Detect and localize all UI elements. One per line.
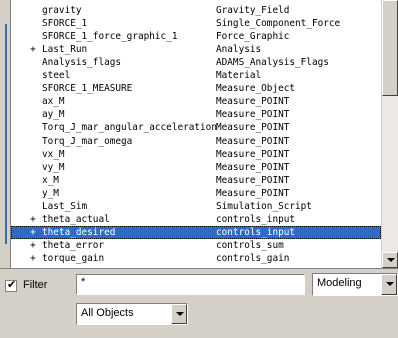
list-row[interactable]: gravity Gravity_Field bbox=[11, 4, 381, 17]
list-row[interactable]: Torq_J_mar_omega Measure_POINT bbox=[11, 135, 381, 148]
row-name: ay_M bbox=[42, 109, 65, 121]
scrollbar-thumb[interactable] bbox=[382, 0, 398, 96]
row-type: ADAMS_Analysis_Flags bbox=[216, 57, 329, 69]
row-type: Measure_POINT bbox=[216, 122, 290, 134]
list-row[interactable]: steel Material bbox=[11, 69, 381, 82]
objects-dropdown-button[interactable] bbox=[171, 304, 187, 324]
objects-select-value: All Objects bbox=[81, 307, 134, 319]
list-row[interactable]: SFORCE_1 Single_Component_Force bbox=[11, 17, 381, 30]
list-row[interactable]: ay_M Measure_POINT bbox=[11, 108, 381, 121]
scroll-down-button[interactable] bbox=[382, 252, 398, 268]
list-row[interactable]: SFORCE_1_MEASURE Measure_Object bbox=[11, 82, 381, 95]
row-type: controls_input bbox=[216, 213, 296, 225]
vertical-scrollbar[interactable] bbox=[381, 0, 398, 268]
row-type: Measure_Object bbox=[216, 83, 296, 95]
expand-toggle[interactable]: + bbox=[29, 226, 37, 239]
row-type: Analysis bbox=[216, 44, 262, 56]
row-name: theta_desired bbox=[42, 226, 116, 238]
list-row[interactable]: + Last_Run Analysis bbox=[11, 43, 381, 56]
list-row[interactable]: + theta_actual controls_input bbox=[11, 213, 381, 226]
checkmark-icon: ✔ bbox=[7, 278, 17, 291]
expand-toggle[interactable]: + bbox=[29, 213, 37, 226]
row-name: vx_M bbox=[42, 148, 65, 160]
row-type: Gravity_Field bbox=[216, 5, 290, 16]
object-list[interactable]: gravity Gravity_Field SFORCE_1 Single_Compo… bbox=[10, 0, 398, 268]
row-name: Last_Run bbox=[42, 44, 88, 56]
row-name: SFORCE_1 bbox=[42, 18, 88, 30]
row-name: SFORCE_1_force_graphic_1 bbox=[42, 31, 178, 43]
filter-bar: ✔ Filter * Modeling All Objects bbox=[0, 268, 398, 338]
row-type: controls_gain bbox=[216, 252, 290, 264]
row-name: Torq_J_mar_omega bbox=[42, 135, 133, 147]
chevron-down-icon bbox=[386, 282, 394, 286]
row-name: steel bbox=[42, 70, 71, 82]
row-type: Force_Graphic bbox=[216, 31, 290, 43]
row-name: SFORCE_1_MEASURE bbox=[42, 83, 133, 95]
row-name: Analysis_flags bbox=[42, 57, 122, 69]
list-row[interactable]: y_M Measure_POINT bbox=[11, 187, 381, 200]
row-name: theta_actual bbox=[42, 213, 110, 225]
row-type: Measure_POINT bbox=[216, 96, 290, 108]
row-type: Measure_POINT bbox=[216, 148, 290, 160]
list-row[interactable]: + torque_gain controls_gain bbox=[11, 252, 381, 265]
list-row[interactable]: + theta_desired controls_input bbox=[11, 225, 381, 239]
objects-select[interactable]: All Objects bbox=[76, 303, 188, 325]
row-name: theta_error bbox=[42, 239, 105, 251]
row-name: Torq_J_mar_angular_acceleration bbox=[42, 122, 217, 134]
row-name: Last_Sim bbox=[42, 200, 88, 212]
list-row[interactable]: Torq_J_mar_angular_acceleration Measure_P… bbox=[11, 121, 381, 134]
mode-dropdown-button[interactable] bbox=[381, 274, 397, 295]
row-type: Single_Component_Force bbox=[216, 18, 341, 30]
row-type: Measure_POINT bbox=[216, 161, 290, 173]
row-type: controls_input bbox=[216, 226, 296, 238]
left-panel-edge bbox=[0, 0, 10, 268]
filter-input[interactable]: * bbox=[76, 274, 305, 295]
row-name: y_M bbox=[42, 187, 59, 199]
filter-label: Filter bbox=[23, 279, 48, 291]
row-type: Measure_POINT bbox=[216, 109, 290, 121]
row-type: Measure_POINT bbox=[216, 135, 290, 147]
row-name: ax_M bbox=[42, 96, 65, 108]
row-type: Simulation_Script bbox=[216, 200, 312, 212]
list-row[interactable]: vx_M Measure_POINT bbox=[11, 148, 381, 161]
row-type: controls_sum bbox=[216, 239, 284, 251]
row-type: Material bbox=[216, 70, 262, 82]
mode-select-value: Modeling bbox=[317, 277, 362, 289]
object-rows: gravity Gravity_Field SFORCE_1 Single_Compo… bbox=[11, 0, 381, 268]
row-name: x_M bbox=[42, 174, 59, 186]
expand-toggle[interactable]: + bbox=[29, 43, 37, 56]
row-name: vy_M bbox=[42, 161, 65, 173]
filter-checkbox[interactable]: ✔ bbox=[5, 278, 17, 292]
list-row[interactable]: SFORCE_1_force_graphic_1 Force_Graphic bbox=[11, 30, 381, 43]
left-edge-line bbox=[5, 24, 7, 244]
expand-toggle[interactable]: + bbox=[29, 239, 37, 252]
row-name: gravity bbox=[42, 5, 82, 16]
list-row[interactable]: ax_M Measure_POINT bbox=[11, 95, 381, 108]
expand-toggle[interactable]: + bbox=[29, 252, 37, 265]
mode-select[interactable]: Modeling bbox=[312, 273, 398, 296]
row-name: torque_gain bbox=[42, 252, 105, 264]
chevron-down-icon bbox=[176, 312, 184, 316]
list-row[interactable]: + theta_error controls_sum bbox=[11, 239, 381, 252]
list-row[interactable]: vy_M Measure_POINT bbox=[11, 161, 381, 174]
list-row[interactable]: x_M Measure_POINT bbox=[11, 174, 381, 187]
list-row[interactable]: Last_Sim Simulation_Script bbox=[11, 200, 381, 213]
row-type: Measure_POINT bbox=[216, 174, 290, 186]
arrow-down-icon bbox=[387, 258, 395, 262]
list-row[interactable]: Analysis_flags ADAMS_Analysis_Flags bbox=[11, 56, 381, 69]
row-type: Measure_POINT bbox=[216, 187, 290, 199]
